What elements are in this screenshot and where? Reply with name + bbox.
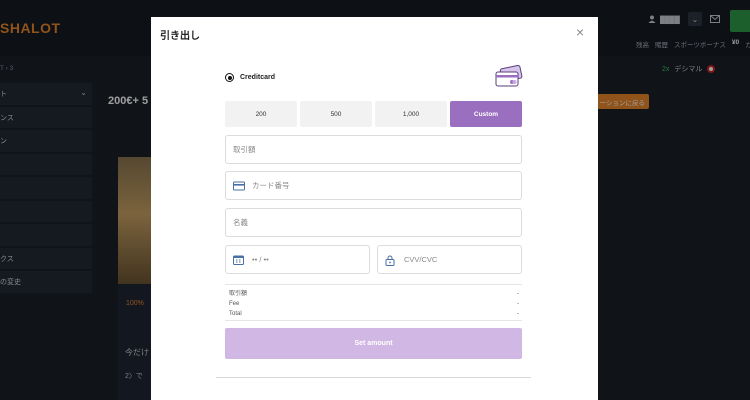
radio-button[interactable] bbox=[225, 73, 234, 82]
amount-button-500[interactable]: 500 bbox=[300, 101, 372, 127]
cardholder-name-input[interactable]: 名義 bbox=[225, 208, 522, 237]
summary-label: Fee bbox=[229, 301, 240, 307]
amount-placeholder: 取引額 bbox=[233, 145, 256, 154]
summary-value: - bbox=[517, 311, 519, 317]
close-icon[interactable]: × bbox=[576, 25, 584, 39]
divider bbox=[225, 320, 522, 321]
credit-card-icon bbox=[495, 65, 523, 87]
calendar-icon bbox=[233, 255, 245, 265]
divider bbox=[216, 377, 531, 378]
summary-row-amount: 取引額 - bbox=[225, 289, 522, 299]
card-number-placeholder: カード番号 bbox=[252, 181, 290, 190]
amount-button-custom[interactable]: Custom bbox=[450, 101, 522, 127]
summary-value: - bbox=[517, 301, 519, 307]
amount-button-200[interactable]: 200 bbox=[225, 101, 297, 127]
cardholder-name-placeholder: 名義 bbox=[233, 218, 248, 227]
summary-row-fee: Fee - bbox=[225, 299, 522, 309]
summary-label: 取引額 bbox=[229, 291, 248, 297]
withdraw-modal: 引き出し × Creditcard 200 500 1,000 Custom 取… bbox=[151, 17, 598, 400]
payment-method-label: Creditcard bbox=[240, 74, 276, 81]
amount-input[interactable]: 取引額 bbox=[225, 135, 522, 164]
card-icon bbox=[233, 181, 245, 191]
expiry-placeholder: •• / •• bbox=[252, 255, 269, 264]
lock-icon bbox=[385, 255, 397, 266]
set-amount-button[interactable]: Set amount bbox=[225, 328, 522, 359]
amount-options: 200 500 1,000 Custom bbox=[225, 101, 522, 127]
cvv-placeholder: CVV/CVC bbox=[404, 255, 438, 264]
card-number-input[interactable]: カード番号 bbox=[225, 171, 522, 200]
summary-value: - bbox=[517, 291, 519, 297]
modal-title: 引き出し bbox=[160, 31, 200, 42]
summary-label: Total bbox=[229, 311, 242, 317]
cvv-input[interactable]: CVV/CVC bbox=[377, 245, 522, 274]
amount-button-1000[interactable]: 1,000 bbox=[375, 101, 447, 127]
amount-summary: 取引額 - Fee - Total - bbox=[225, 284, 522, 319]
payment-method-option[interactable]: Creditcard bbox=[225, 73, 275, 82]
summary-row-total: Total - bbox=[225, 309, 522, 319]
expiry-date-input[interactable]: •• / •• bbox=[225, 245, 370, 274]
